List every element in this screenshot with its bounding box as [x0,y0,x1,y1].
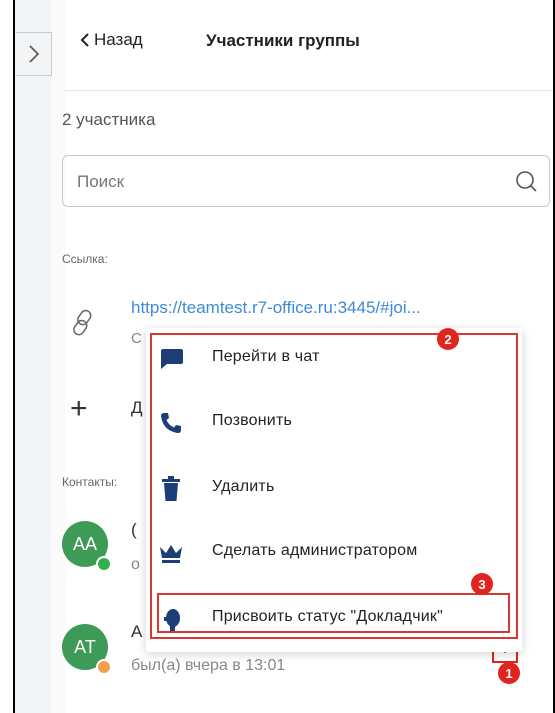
menu-item-label: Позвонить [212,412,293,429]
menu-item-open-chat[interactable]: Перейти в чат [146,328,522,388]
online-status-dot [96,556,112,572]
callout-badge: 2 [437,328,459,350]
window-frame-left [0,0,15,713]
chat-bubble-icon [158,346,184,372]
callout-badge: 1 [498,662,520,684]
add-member-label[interactable]: Д [131,398,143,418]
search-input[interactable] [75,168,499,196]
members-count: 2 участника [62,110,156,129]
context-menu: Перейти в чат Позвонить Удалить Сделать … [146,328,522,652]
contact-name[interactable]: А [131,622,142,642]
invite-link[interactable]: https://teamtest.r7-office.ru:3445/#joi.… [131,298,421,318]
crown-icon [158,540,184,566]
menu-item-label: Присвоить статус "Докладчик" [212,608,443,625]
contact-status: был(а) вчера в 13:01 [131,657,286,674]
link-subtext: С [131,330,142,347]
menu-item-delete[interactable]: Удалить [146,458,522,518]
back-label: Назад [94,30,143,49]
away-status-dot [96,659,112,675]
side-panel-divider [51,0,65,713]
contacts-section-label: Контакты: [62,475,118,489]
search-icon[interactable] [515,170,539,194]
callout-badge: 3 [471,573,493,595]
search-field[interactable] [62,155,550,207]
chevron-right-icon [28,45,39,63]
side-panel-strip [15,0,51,713]
link-icon [73,309,92,336]
link-section-label: Ссылка: [62,252,108,266]
menu-item-make-admin[interactable]: Сделать администратором [146,522,522,582]
menu-item-set-speaker[interactable]: Присвоить статус "Докладчик" [146,588,522,648]
phone-icon [158,410,184,436]
add-member-icon[interactable]: + [70,392,88,426]
menu-item-label: Удалить [212,478,275,495]
menu-item-label: Сделать администратором [212,542,418,559]
menu-item-call[interactable]: Позвонить [146,392,522,452]
menu-item-label: Перейти в чат [212,348,320,365]
expand-panel-button[interactable] [16,32,52,76]
chevron-left-icon [80,33,89,47]
speaker-icon [158,606,184,632]
contact-name[interactable]: ( [131,520,137,540]
contact-status: о [131,556,140,573]
page-title: Участники группы [206,31,360,50]
header-divider [64,90,553,91]
trash-icon [158,476,184,502]
back-button[interactable]: Назад [80,30,143,50]
